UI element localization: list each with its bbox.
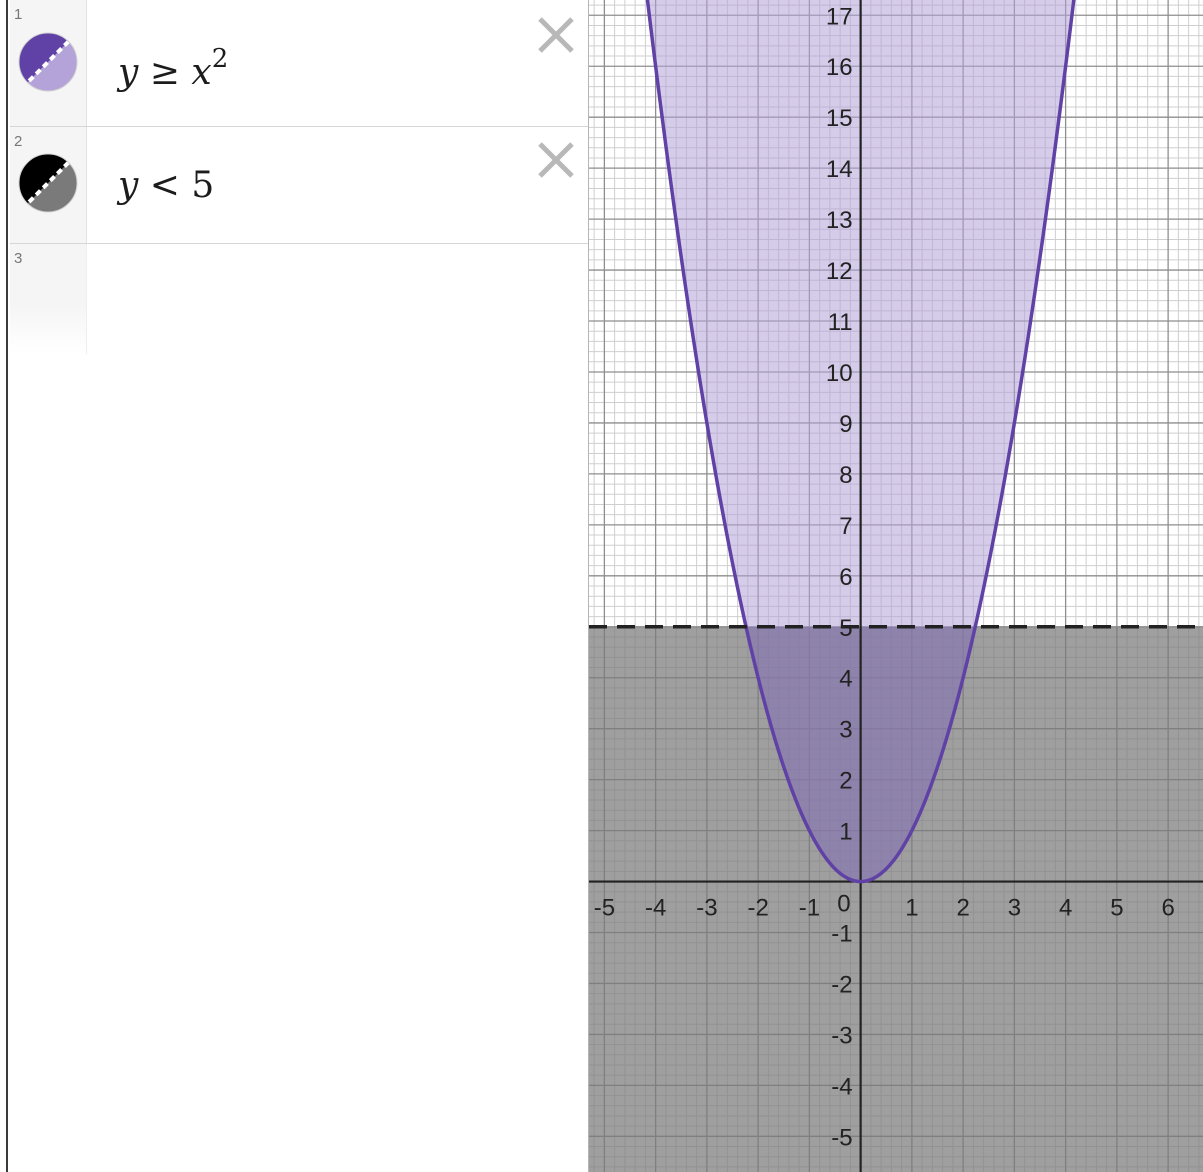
y-tick-label: -4 bbox=[831, 1073, 852, 1100]
close-icon[interactable] bbox=[535, 14, 577, 56]
y-tick-label: 12 bbox=[826, 258, 853, 285]
y-tick-label: 1 bbox=[839, 819, 852, 846]
expression-row-2[interactable]: 2 y < 5 bbox=[10, 127, 588, 244]
expr-rhs: 5 bbox=[191, 165, 215, 206]
x-tick-label: 1 bbox=[905, 895, 918, 922]
expression-row-1[interactable]: 1 y ≥ x2 bbox=[10, 0, 588, 127]
y-tick-label: -3 bbox=[831, 1022, 852, 1049]
expression-math[interactable]: y ≥ x2 bbox=[118, 44, 228, 93]
y-tick-label: -1 bbox=[831, 921, 852, 948]
x-tick-label: 5 bbox=[1110, 895, 1123, 922]
row-index: 1 bbox=[14, 6, 23, 23]
expr-exponent: 2 bbox=[211, 44, 229, 74]
x-tick-label: 6 bbox=[1161, 895, 1174, 922]
y-tick-label: 13 bbox=[826, 207, 853, 234]
panel-left-border bbox=[0, 0, 8, 1172]
x-tick-label: 2 bbox=[956, 895, 969, 922]
close-icon[interactable] bbox=[535, 139, 577, 181]
expr-lhs: y bbox=[118, 165, 139, 206]
y-tick-label: 9 bbox=[839, 411, 852, 438]
x-tick-label: -4 bbox=[645, 895, 666, 922]
expr-operator: < bbox=[149, 165, 180, 206]
graph-canvas[interactable]: -5 -4 -3 -2 -1 1 2 3 4 5 6-5-4-3-2-112345678910111… bbox=[589, 0, 1203, 1172]
expression-row-3-empty[interactable]: 3 bbox=[10, 244, 588, 354]
y-tick-label: 8 bbox=[839, 462, 852, 489]
x-tick-label: -5 bbox=[594, 895, 615, 922]
y-tick-label: 17 bbox=[826, 3, 853, 30]
y-tick-label: 10 bbox=[826, 360, 853, 387]
expr-lhs: y bbox=[118, 52, 139, 93]
y-tick-label: -5 bbox=[831, 1124, 852, 1151]
row-gutter: 1 bbox=[10, 0, 87, 126]
y-tick-label: 2 bbox=[839, 768, 852, 795]
x-tick-label: 3 bbox=[1008, 895, 1021, 922]
y-tick-label: 16 bbox=[826, 54, 853, 81]
y-tick-label: -2 bbox=[831, 971, 852, 998]
y-tick-label: 3 bbox=[839, 717, 852, 744]
y-tick-label: 4 bbox=[839, 666, 852, 693]
y-tick-label: 7 bbox=[839, 513, 852, 540]
y-tick-label: 11 bbox=[828, 309, 853, 336]
y-tick-label: 5 bbox=[839, 615, 852, 642]
x-tick-label: 4 bbox=[1059, 895, 1072, 922]
dashed-inequality-color-icon[interactable] bbox=[18, 153, 78, 213]
expression-math[interactable]: y < 5 bbox=[118, 165, 214, 206]
x-tick-label: -1 bbox=[799, 895, 820, 922]
dashed-inequality-color-icon[interactable] bbox=[18, 32, 78, 92]
row-gutter: 2 bbox=[10, 127, 87, 243]
row-index: 3 bbox=[14, 250, 23, 267]
y-tick-label: 14 bbox=[826, 156, 853, 183]
y-tick-label: 15 bbox=[826, 105, 853, 132]
x-tick-label: -2 bbox=[747, 895, 768, 922]
expression-list: 1 y ≥ x2 2 y < 5 3 bbox=[10, 0, 588, 1172]
expr-rhs: x bbox=[191, 52, 212, 93]
row-gutter: 3 bbox=[10, 244, 87, 354]
origin-label: 0 bbox=[837, 891, 850, 918]
x-tick-label: -3 bbox=[696, 895, 717, 922]
graph-paper[interactable]: -5 -4 -3 -2 -1 1 2 3 4 5 6 -5 -4 -3 -2 -1 1 2 3 4 5 6 7 8 9 10 11 1… bbox=[588, 0, 1203, 1172]
y-tick-label: 6 bbox=[839, 564, 852, 591]
row-index: 2 bbox=[14, 133, 23, 150]
expr-operator: ≥ bbox=[149, 52, 180, 93]
